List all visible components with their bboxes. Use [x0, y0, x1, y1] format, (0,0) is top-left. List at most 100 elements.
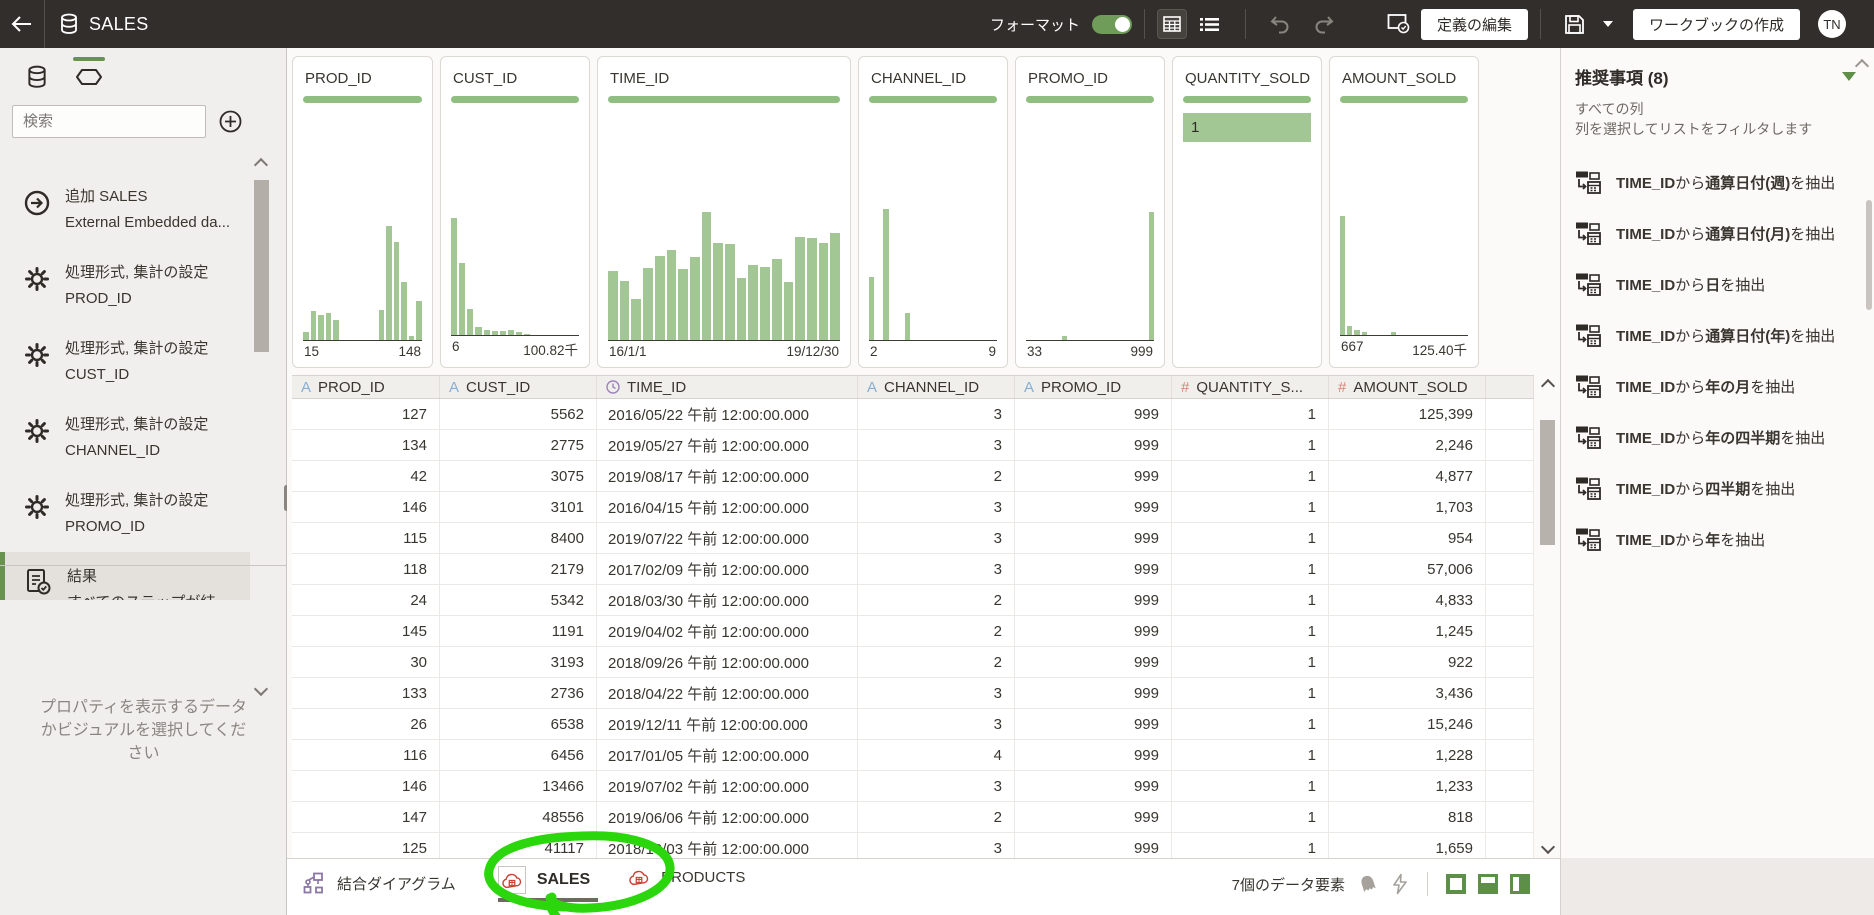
string-type-icon: A [449, 378, 460, 396]
user-avatar[interactable]: TN [1818, 10, 1846, 38]
table-row[interactable]: 116 6456 2017/01/05 午前 12:00:00.000 4 99… [292, 740, 1534, 771]
header-channel-id[interactable]: A CHANNEL_ID [858, 376, 1015, 398]
table-row[interactable]: 134 2775 2019/05/27 午前 12:00:00.000 3 99… [292, 430, 1534, 461]
redo-button[interactable] [1309, 9, 1339, 39]
data-table: A PROD_ID A CUST_ID TIME_ID A CHANNEL_ID AP… [292, 375, 1534, 858]
save-menu-caret[interactable] [1602, 21, 1613, 27]
cell-quantity-sold: 1 [1172, 616, 1329, 646]
sidebar-scrollbar[interactable] [253, 157, 269, 697]
collapse-panel-icon[interactable] [1842, 72, 1856, 81]
column-card-cust-id[interactable]: CUST_ID 6 100.82千 [440, 56, 590, 368]
recommendation-item[interactable]: TIME_IDから日を抽出 [1561, 259, 1874, 310]
recommendation-item[interactable]: TIME_IDから通算日付(週)を抽出 [1561, 157, 1874, 208]
sidebar-tabs [20, 57, 106, 92]
scroll-up-icon[interactable] [1540, 378, 1556, 394]
recommendation-item[interactable]: TIME_IDから通算日付(月)を抽出 [1561, 208, 1874, 259]
insights-ghost-icon[interactable] [1357, 873, 1379, 895]
scroll-up-icon[interactable] [253, 157, 269, 173]
scrollbar-thumb[interactable] [254, 180, 269, 352]
cell-amount-sold: 1,233 [1329, 771, 1486, 801]
table-scrollbar[interactable] [1539, 375, 1557, 858]
tab-dataset-sales[interactable]: SALES [497, 866, 599, 902]
edit-definition-button[interactable]: 定義の編集 [1420, 8, 1528, 40]
header-label: QUANTITY_S... [1196, 378, 1304, 396]
recommendation-item[interactable]: TIME_IDから通算日付(年)を抽出 [1561, 310, 1874, 361]
lightning-icon[interactable] [1391, 873, 1409, 895]
column-card-quantity-sold[interactable]: QUANTITY_SOLD 1 [1172, 56, 1322, 368]
table-row[interactable]: 146 3101 2016/04/15 午前 12:00:00.000 3 99… [292, 492, 1534, 523]
column-card-time-id[interactable]: TIME_ID 16/1/1 19/12/30 [597, 56, 851, 368]
tab-preparation[interactable] [72, 57, 106, 92]
step-format-cust-id[interactable]: 処理形式, 集計の設定 CUST_ID [0, 324, 250, 400]
step-format-prod-id[interactable]: 処理形式, 集計の設定 PROD_ID [0, 248, 250, 324]
undo-button[interactable] [1265, 9, 1295, 39]
recommendation-label: TIME_IDから通算日付(週)を抽出 [1616, 175, 1836, 192]
table-row[interactable]: 42 3075 2019/08/17 午前 12:00:00.000 2 999… [292, 461, 1534, 492]
header-cust-id[interactable]: A CUST_ID [440, 376, 597, 398]
list-view-button[interactable] [1195, 9, 1225, 39]
cell-quantity-sold: 1 [1172, 647, 1329, 677]
layout-split-vertical-icon[interactable] [1510, 874, 1530, 894]
header-quantity-sold[interactable]: # QUANTITY_S... [1172, 376, 1329, 398]
cell-promo-id: 999 [1015, 833, 1172, 858]
column-card-prod-id[interactable]: PROD_ID 15 148 [292, 56, 433, 368]
add-step-button[interactable] [219, 110, 242, 133]
recommendation-item[interactable]: TIME_IDから年の四半期を抽出 [1561, 412, 1874, 463]
cell-empty [1486, 492, 1534, 522]
back-arrow-icon [11, 16, 31, 32]
hist-min: 667 [1341, 339, 1364, 354]
save-button[interactable] [1560, 9, 1590, 39]
header-prod-id[interactable]: A PROD_ID [292, 376, 440, 398]
table-row[interactable]: 145 1191 2019/04/02 午前 12:00:00.000 2 99… [292, 616, 1534, 647]
number-type-icon: # [1181, 378, 1190, 396]
cell-channel-id: 4 [858, 740, 1015, 770]
cell-quantity-sold: 1 [1172, 523, 1329, 553]
table-row[interactable]: 30 3193 2018/09/26 午前 12:00:00.000 2 999… [292, 647, 1534, 678]
header-promo-id[interactable]: A PROMO_ID [1015, 376, 1172, 398]
format-toggle[interactable] [1091, 14, 1132, 34]
panel-scroll-up-icon[interactable] [1854, 58, 1870, 76]
join-diagram-button[interactable]: 結合ダイアグラム [303, 872, 456, 894]
table-row[interactable]: 24 5342 2018/03/30 午前 12:00:00.000 2 999… [292, 585, 1534, 616]
layout-split-horizontal-icon[interactable] [1478, 874, 1498, 894]
recommendation-item[interactable]: TIME_IDから年の月を抽出 [1561, 361, 1874, 412]
tab-dataset-products[interactable]: PRODUCTS [628, 869, 753, 890]
cell-time-id: 2017/01/05 午前 12:00:00.000 [597, 740, 858, 770]
table-row[interactable]: 115 8400 2019/07/22 午前 12:00:00.000 3 99… [292, 523, 1534, 554]
cell-empty [1486, 461, 1534, 491]
table-row[interactable]: 26 6538 2019/12/11 午前 12:00:00.000 3 999… [292, 709, 1534, 740]
cell-time-id: 2018/03/30 午前 12:00:00.000 [597, 585, 858, 615]
search-input[interactable] [12, 105, 206, 138]
cell-time-id: 2019/08/17 午前 12:00:00.000 [597, 461, 858, 491]
table-row[interactable]: 146 13466 2019/07/02 午前 12:00:00.000 3 9… [292, 771, 1534, 802]
back-button[interactable] [0, 0, 44, 48]
cell-promo-id: 999 [1015, 461, 1172, 491]
step-add-dataset[interactable]: 追加 SALES External Embedded da... [0, 172, 250, 248]
table-row[interactable]: 147 48556 2019/06/06 午前 12:00:00.000 2 9… [292, 802, 1534, 833]
grid-view-button[interactable] [1156, 9, 1187, 39]
create-workbook-button[interactable]: ワークブックの作成 [1632, 8, 1800, 40]
cell-promo-id: 999 [1015, 585, 1172, 615]
live-preview-button[interactable] [1384, 9, 1414, 39]
column-card-amount-sold[interactable]: AMOUNT_SOLD 667 125.40千 [1329, 56, 1479, 368]
step-format-promo-id[interactable]: 処理形式, 集計の設定 PROMO_ID [0, 476, 250, 552]
layout-single-icon[interactable] [1446, 874, 1466, 894]
column-card-promo-id[interactable]: PROMO_ID 33 999 [1015, 56, 1165, 368]
scrollbar-thumb[interactable] [1540, 420, 1555, 545]
table-row[interactable]: 118 2179 2017/02/09 午前 12:00:00.000 3 99… [292, 554, 1534, 585]
tab-data[interactable] [20, 62, 54, 92]
table-row[interactable]: 127 5562 2016/05/22 午前 12:00:00.000 3 99… [292, 399, 1534, 430]
cell-prod-id: 133 [292, 678, 440, 708]
step-format-channel-id[interactable]: 処理形式, 集計の設定 CHANNEL_ID [0, 400, 250, 476]
table-row[interactable]: 125 41117 2018/10/03 午前 12:00:00.000 3 9… [292, 833, 1534, 858]
panel-footer-area [1560, 858, 1874, 915]
panel-scrollbar-thumb[interactable] [1866, 200, 1872, 310]
column-card-channel-id[interactable]: CHANNEL_ID 2 9 [858, 56, 1008, 368]
time-type-icon [606, 380, 620, 394]
recommendation-item[interactable]: TIME_IDから年を抽出 [1561, 514, 1874, 565]
header-time-id[interactable]: TIME_ID [597, 376, 858, 398]
recommendation-item[interactable]: TIME_IDから四半期を抽出 [1561, 463, 1874, 514]
table-row[interactable]: 133 2736 2018/04/22 午前 12:00:00.000 3 99… [292, 678, 1534, 709]
header-amount-sold[interactable]: # AMOUNT_SOLD [1329, 376, 1486, 398]
scroll-down-icon[interactable] [1540, 839, 1556, 855]
